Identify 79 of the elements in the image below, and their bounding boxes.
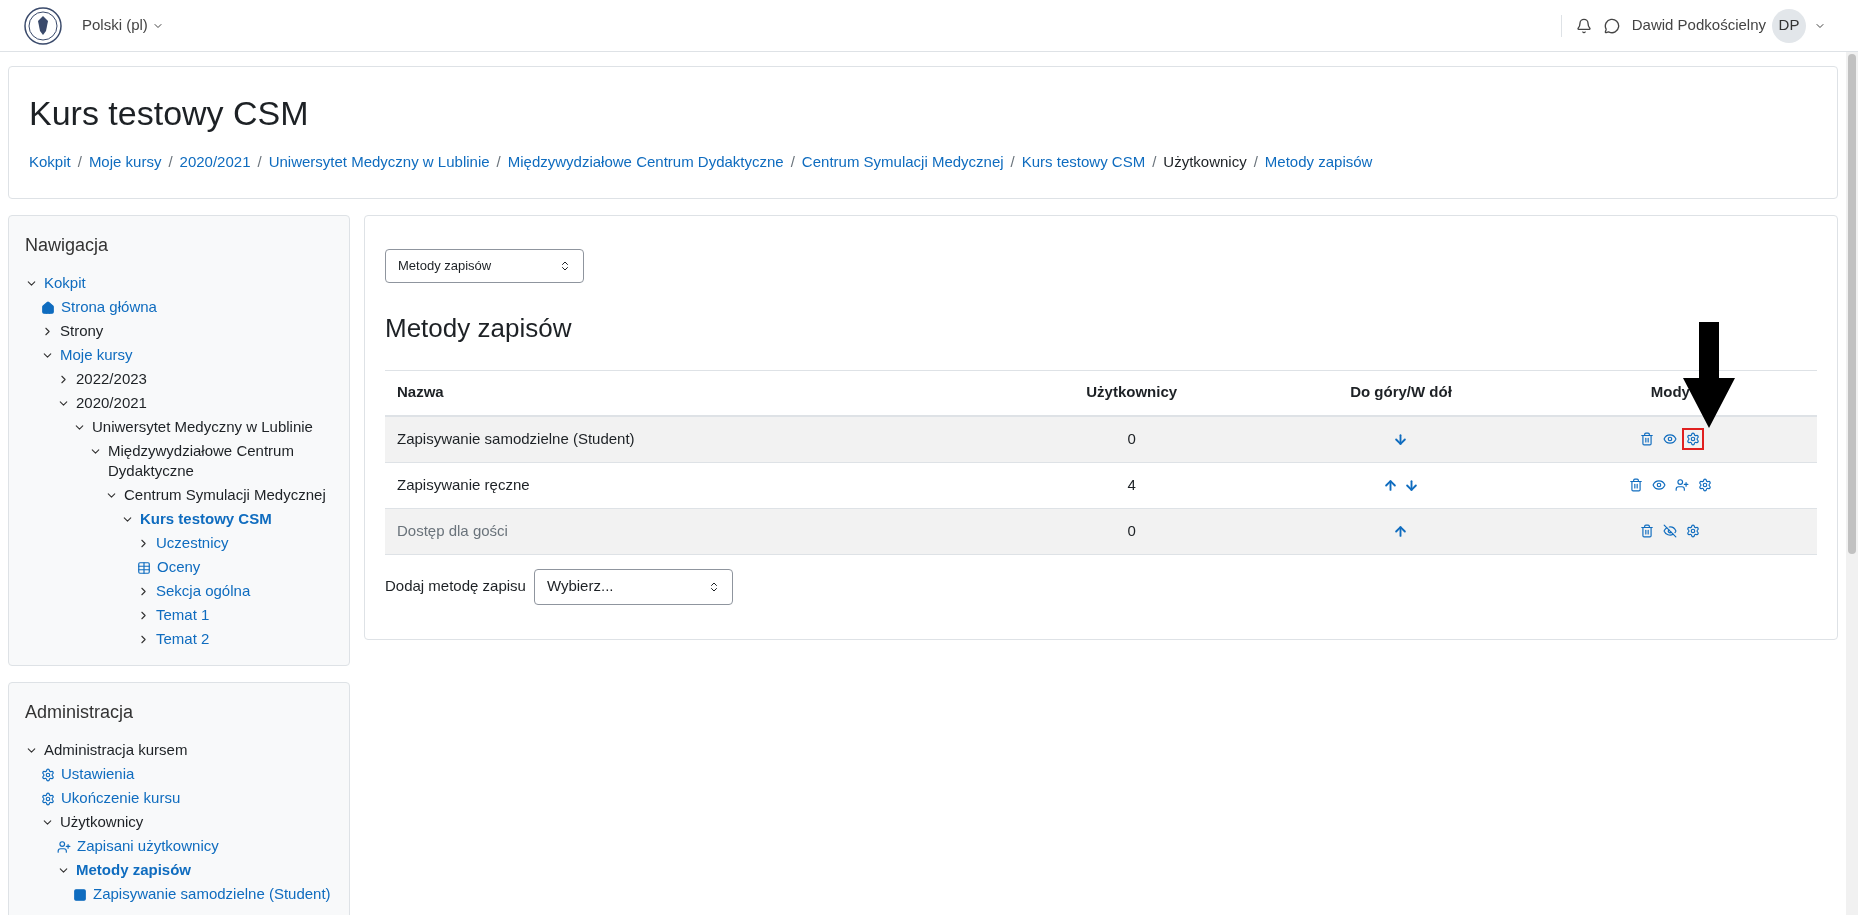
settings-icon[interactable]: [1697, 478, 1712, 492]
arrow-down-icon[interactable]: [1393, 431, 1409, 447]
breadcrumb-item[interactable]: 2020/2021: [179, 151, 251, 174]
gear-icon: [41, 767, 55, 782]
nav-item[interactable]: Ukończenie kursu: [61, 787, 181, 808]
table-icon: [137, 560, 151, 575]
nav-item[interactable]: 2020/2021: [76, 392, 147, 413]
breadcrumb-separator: /: [257, 152, 262, 172]
nav-item[interactable]: Strona główna: [61, 296, 157, 317]
nav-item[interactable]: Kokpit: [44, 272, 86, 293]
method-name: Dostęp dla gości: [397, 520, 509, 541]
nav-item[interactable]: Międzywydziałowe Centrum Dydaktyczne: [108, 440, 333, 481]
nav-item[interactable]: Uniwersytet Medyczny w Lublinie: [92, 416, 313, 437]
settings-icon[interactable]: [1686, 432, 1701, 446]
block-title: Nawigacja: [25, 233, 110, 257]
user-avatar[interactable]: DP: [1772, 8, 1806, 43]
course-title: Kurs testowy CSM: [29, 93, 310, 133]
page-heading: Metody zapisów: [385, 311, 573, 345]
scrollbar[interactable]: [1846, 52, 1858, 915]
nav-item[interactable]: Temat 2: [156, 628, 210, 649]
arrow-down-icon[interactable]: [1404, 477, 1419, 493]
nav-item[interactable]: Administracja kursem: [44, 739, 188, 760]
add-method-select[interactable]: Wybierz...: [533, 568, 733, 605]
column-header: Mody: [1650, 382, 1690, 403]
nav-item[interactable]: Zapisani użytkownicy: [77, 835, 219, 856]
nav-item[interactable]: Metody zapisów: [76, 859, 191, 880]
breadcrumb-item[interactable]: Uniwersytet Medyczny w Lublinie: [268, 151, 490, 174]
breadcrumb-separator: /: [1010, 152, 1015, 172]
square-icon: [73, 887, 87, 902]
nav-item[interactable]: Użytkownicy: [60, 811, 144, 832]
nav-item[interactable]: Zapisywanie samodzielne (Student): [93, 883, 331, 904]
breadcrumb-item[interactable]: Metody zapisów: [1264, 151, 1373, 174]
breadcrumb-item[interactable]: Kokpit: [29, 151, 71, 174]
nav-item[interactable]: Oceny: [157, 556, 201, 577]
breadcrumb-separator: /: [1152, 152, 1157, 172]
home-icon: [41, 300, 55, 315]
page-select[interactable]: Metody zapisów: [385, 248, 584, 283]
nav-item[interactable]: Centrum Symulacji Medycznej: [124, 484, 326, 505]
nav-item[interactable]: Temat 1: [156, 604, 210, 625]
trash-icon[interactable]: [1628, 478, 1643, 492]
method-name: Zapisywanie samodzielne (Student): [397, 428, 636, 449]
breadcrumb-item[interactable]: Centrum Symulacji Medycznej: [801, 151, 1004, 174]
add-method-label: Dodaj metodę zapisu: [385, 576, 526, 597]
breadcrumb-item: Użytkownicy: [1163, 152, 1247, 172]
nav-item[interactable]: Sekcja ogólna: [156, 580, 251, 601]
nav-item[interactable]: Strony: [60, 320, 104, 341]
nav-item[interactable]: Moje kursy: [60, 344, 133, 365]
message-icon[interactable]: [1603, 17, 1620, 34]
nav-item[interactable]: Ustawienia: [61, 763, 135, 784]
user-count: 4: [1127, 474, 1136, 495]
breadcrumb-separator: /: [168, 152, 173, 172]
block-title: Administracja: [25, 700, 135, 724]
breadcrumb-separator: /: [496, 152, 501, 172]
eye-icon[interactable]: [1651, 478, 1666, 492]
user-count: 0: [1127, 428, 1136, 449]
column-header: Użytkownicy: [1086, 382, 1178, 403]
notification-icon[interactable]: [1575, 17, 1592, 34]
eye-icon[interactable]: [1663, 432, 1678, 446]
column-header: Nazwa: [397, 382, 445, 403]
language-menu[interactable]: Polski (pl): [82, 14, 164, 37]
column-header: Do góry/W dół: [1350, 382, 1452, 403]
nav-item[interactable]: Kurs testowy CSM: [140, 508, 272, 529]
breadcrumb-item[interactable]: Kurs testowy CSM: [1021, 151, 1146, 174]
gear-icon: [41, 791, 55, 806]
breadcrumb-item[interactable]: Moje kursy: [88, 151, 162, 174]
breadcrumb-item[interactable]: Międzywydziałowe Centrum Dydaktyczne: [507, 151, 784, 174]
nav-item[interactable]: 2022/2023: [76, 368, 147, 389]
trash-icon[interactable]: [1640, 432, 1655, 446]
user-name[interactable]: Dawid Podkościelny: [1631, 14, 1766, 37]
user-count: 0: [1127, 520, 1136, 541]
select-arrows-icon: [559, 259, 571, 272]
user-plus-icon: [57, 839, 71, 854]
user-plus-icon[interactable]: [1674, 478, 1689, 492]
method-name: Zapisywanie ręczne: [397, 474, 531, 495]
breadcrumb-separator: /: [77, 152, 82, 172]
breadcrumb-separator: /: [790, 152, 795, 172]
crest-logo: [24, 6, 62, 45]
nav-item[interactable]: Uczestnicy: [156, 532, 229, 553]
breadcrumb-separator: /: [1253, 152, 1258, 172]
